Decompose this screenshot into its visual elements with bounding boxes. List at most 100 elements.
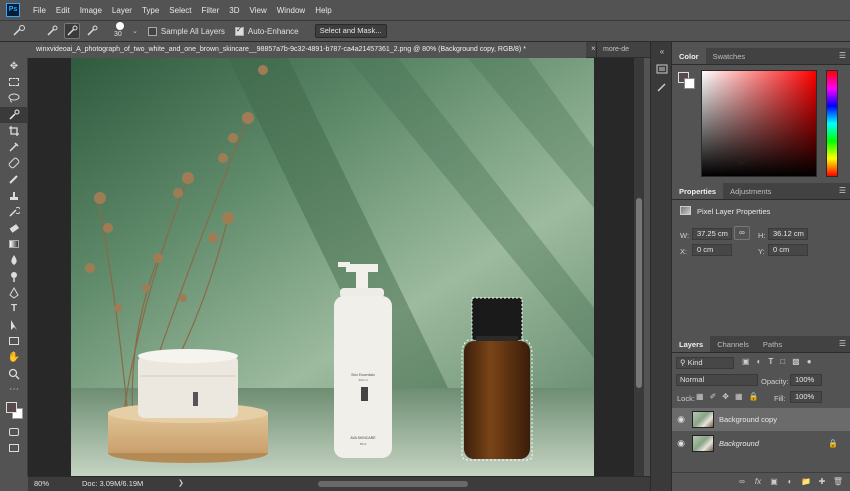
lock-transparency-icon[interactable]: ▦ — [696, 392, 704, 401]
menu-filter[interactable]: Filter — [197, 6, 225, 15]
fill-field[interactable]: 100% — [790, 391, 822, 403]
auto-enhance-checkbox[interactable] — [234, 25, 244, 36]
pump-bottle[interactable]: Skin Essentials 300 ml AVA SKINCARE 50ml — [334, 262, 392, 458]
zoom-tool-icon[interactable] — [0, 366, 28, 382]
quick-selection-tool-icon[interactable] — [0, 106, 28, 123]
menu-select[interactable]: Select — [164, 6, 196, 15]
crop-tool-icon[interactable] — [0, 123, 28, 139]
link-icon[interactable]: ∞ — [734, 226, 750, 240]
screen-mode-icon[interactable] — [0, 440, 28, 456]
menu-layer[interactable]: Layer — [107, 6, 137, 15]
marquee-tool-icon[interactable] — [0, 74, 28, 90]
blur-tool-icon[interactable] — [0, 252, 28, 268]
select-and-mask-button[interactable]: Select and Mask... — [314, 24, 387, 38]
panel-menu-icon[interactable]: ☰ — [839, 51, 846, 60]
hue-slider[interactable] — [826, 70, 838, 177]
layer-name[interactable]: Background — [719, 439, 759, 448]
tab-properties[interactable]: Properties — [672, 183, 724, 199]
delete-layer-icon[interactable]: 🗑 — [830, 477, 846, 486]
tab-channels[interactable]: Channels — [710, 336, 756, 352]
hand-tool-icon[interactable]: ✋ — [0, 349, 28, 365]
path-selection-tool-icon[interactable] — [0, 317, 28, 333]
type-filter-icon[interactable]: T — [768, 357, 773, 369]
layer-name[interactable]: Background copy — [719, 415, 777, 424]
lock-image-icon[interactable]: ✐ — [710, 392, 717, 401]
lasso-tool-icon[interactable] — [0, 90, 28, 106]
adjustment-layer-icon[interactable]: ◐ — [782, 477, 798, 486]
zoom-level[interactable]: 80% — [34, 479, 49, 488]
tab-paths[interactable]: Paths — [756, 336, 789, 352]
new-group-icon[interactable]: 📁 — [798, 477, 814, 486]
lock-artboard-icon[interactable]: ▦ — [735, 392, 743, 401]
eyedropper-tool-icon[interactable] — [0, 139, 28, 155]
eraser-tool-icon[interactable] — [0, 220, 28, 236]
move-tool-icon[interactable]: ✥ — [0, 58, 28, 74]
brush-size-picker[interactable]: 30 — [110, 21, 132, 41]
foreground-swatch[interactable] — [6, 401, 17, 413]
menu-help[interactable]: Help — [310, 6, 336, 15]
tab-layers[interactable]: Layers — [672, 336, 711, 352]
brush-settings-icon[interactable] — [651, 78, 673, 96]
layer-style-icon[interactable]: fx — [750, 477, 766, 486]
canvas-area[interactable]: Skin Essentials 300 ml AVA SKINCARE 50ml — [28, 58, 634, 476]
horizontal-scroll-thumb[interactable] — [318, 481, 468, 487]
menu-edit[interactable]: Edit — [51, 6, 75, 15]
sample-all-layers-checkbox[interactable] — [147, 26, 157, 36]
background-color-swatch[interactable] — [684, 78, 695, 89]
x-field[interactable]: 0 cm — [692, 244, 732, 256]
collapse-panels-icon[interactable]: « — [651, 42, 673, 60]
history-panel-icon[interactable] — [651, 60, 673, 78]
new-layer-icon[interactable]: ✚ — [814, 477, 830, 486]
color-field[interactable] — [701, 70, 817, 177]
w-field[interactable]: 37.25 cm — [692, 228, 732, 240]
type-tool-icon[interactable]: T — [0, 301, 28, 317]
brush-tool-icon[interactable] — [0, 171, 28, 187]
lock-position-icon[interactable]: ✥ — [722, 392, 729, 401]
adjustment-filter-icon[interactable]: ◐ — [757, 357, 762, 369]
panel-menu-icon[interactable]: ☰ — [839, 339, 846, 348]
menu-view[interactable]: View — [245, 6, 272, 15]
menu-image[interactable]: Image — [75, 6, 107, 15]
visibility-eye-icon[interactable]: ◉ — [672, 438, 690, 449]
status-arrow-icon[interactable]: ❯ — [178, 479, 184, 487]
tool-preset-picker[interactable] — [8, 23, 30, 39]
smart-object-filter-icon[interactable]: ▩ — [792, 357, 800, 369]
color-picker-cursor[interactable] — [738, 157, 745, 164]
chevron-down-icon[interactable]: ⌄ — [132, 27, 138, 35]
lock-all-icon[interactable]: 🔒 — [749, 392, 759, 401]
color-swatches[interactable] — [0, 398, 28, 424]
filter-toggle-icon[interactable]: ● — [807, 357, 812, 369]
visibility-eye-icon[interactable]: ◉ — [672, 414, 690, 425]
document-tab-active[interactable]: winxvideoai_A_photograph_of_two_white_an… — [28, 42, 586, 58]
layer-row-background[interactable]: ◉ Background 🔒 — [672, 432, 850, 455]
pen-tool-icon[interactable] — [0, 285, 28, 301]
shape-filter-icon[interactable]: □ — [780, 357, 785, 369]
tab-swatches[interactable]: Swatches — [706, 48, 753, 64]
dodge-tool-icon[interactable] — [0, 268, 28, 284]
rectangle-tool-icon[interactable] — [0, 333, 28, 349]
link-layers-icon[interactable]: ∞ — [734, 477, 750, 486]
history-brush-tool-icon[interactable] — [0, 204, 28, 220]
document-tab-second[interactable]: more-de — [596, 42, 650, 58]
quick-mask-icon[interactable] — [0, 424, 28, 440]
menu-file[interactable]: File — [28, 6, 51, 15]
h-field[interactable]: 36.12 cm — [768, 228, 808, 240]
menu-window[interactable]: Window — [272, 6, 310, 15]
amber-bottle[interactable] — [461, 297, 533, 461]
gradient-tool-icon[interactable] — [0, 236, 28, 252]
tab-adjustments[interactable]: Adjustments — [723, 183, 778, 199]
clone-stamp-tool-icon[interactable] — [0, 188, 28, 204]
new-selection-button[interactable] — [44, 23, 60, 39]
menu-3d[interactable]: 3D — [224, 6, 244, 15]
tab-color[interactable]: Color — [672, 48, 706, 64]
vertical-scroll-thumb[interactable] — [636, 198, 642, 388]
pixel-filter-icon[interactable]: ▣ — [742, 357, 750, 369]
panel-menu-icon[interactable]: ☰ — [839, 186, 846, 195]
vertical-scrollbar[interactable] — [634, 58, 644, 476]
more-tools-icon[interactable]: ⋯ — [0, 382, 28, 398]
blend-mode-select[interactable]: Normal — [676, 374, 758, 386]
canvas-image[interactable]: Skin Essentials 300 ml AVA SKINCARE 50ml — [28, 58, 634, 476]
y-field[interactable]: 0 cm — [768, 244, 808, 256]
subtract-from-selection-button[interactable] — [84, 23, 100, 39]
healing-brush-tool-icon[interactable] — [0, 155, 28, 171]
